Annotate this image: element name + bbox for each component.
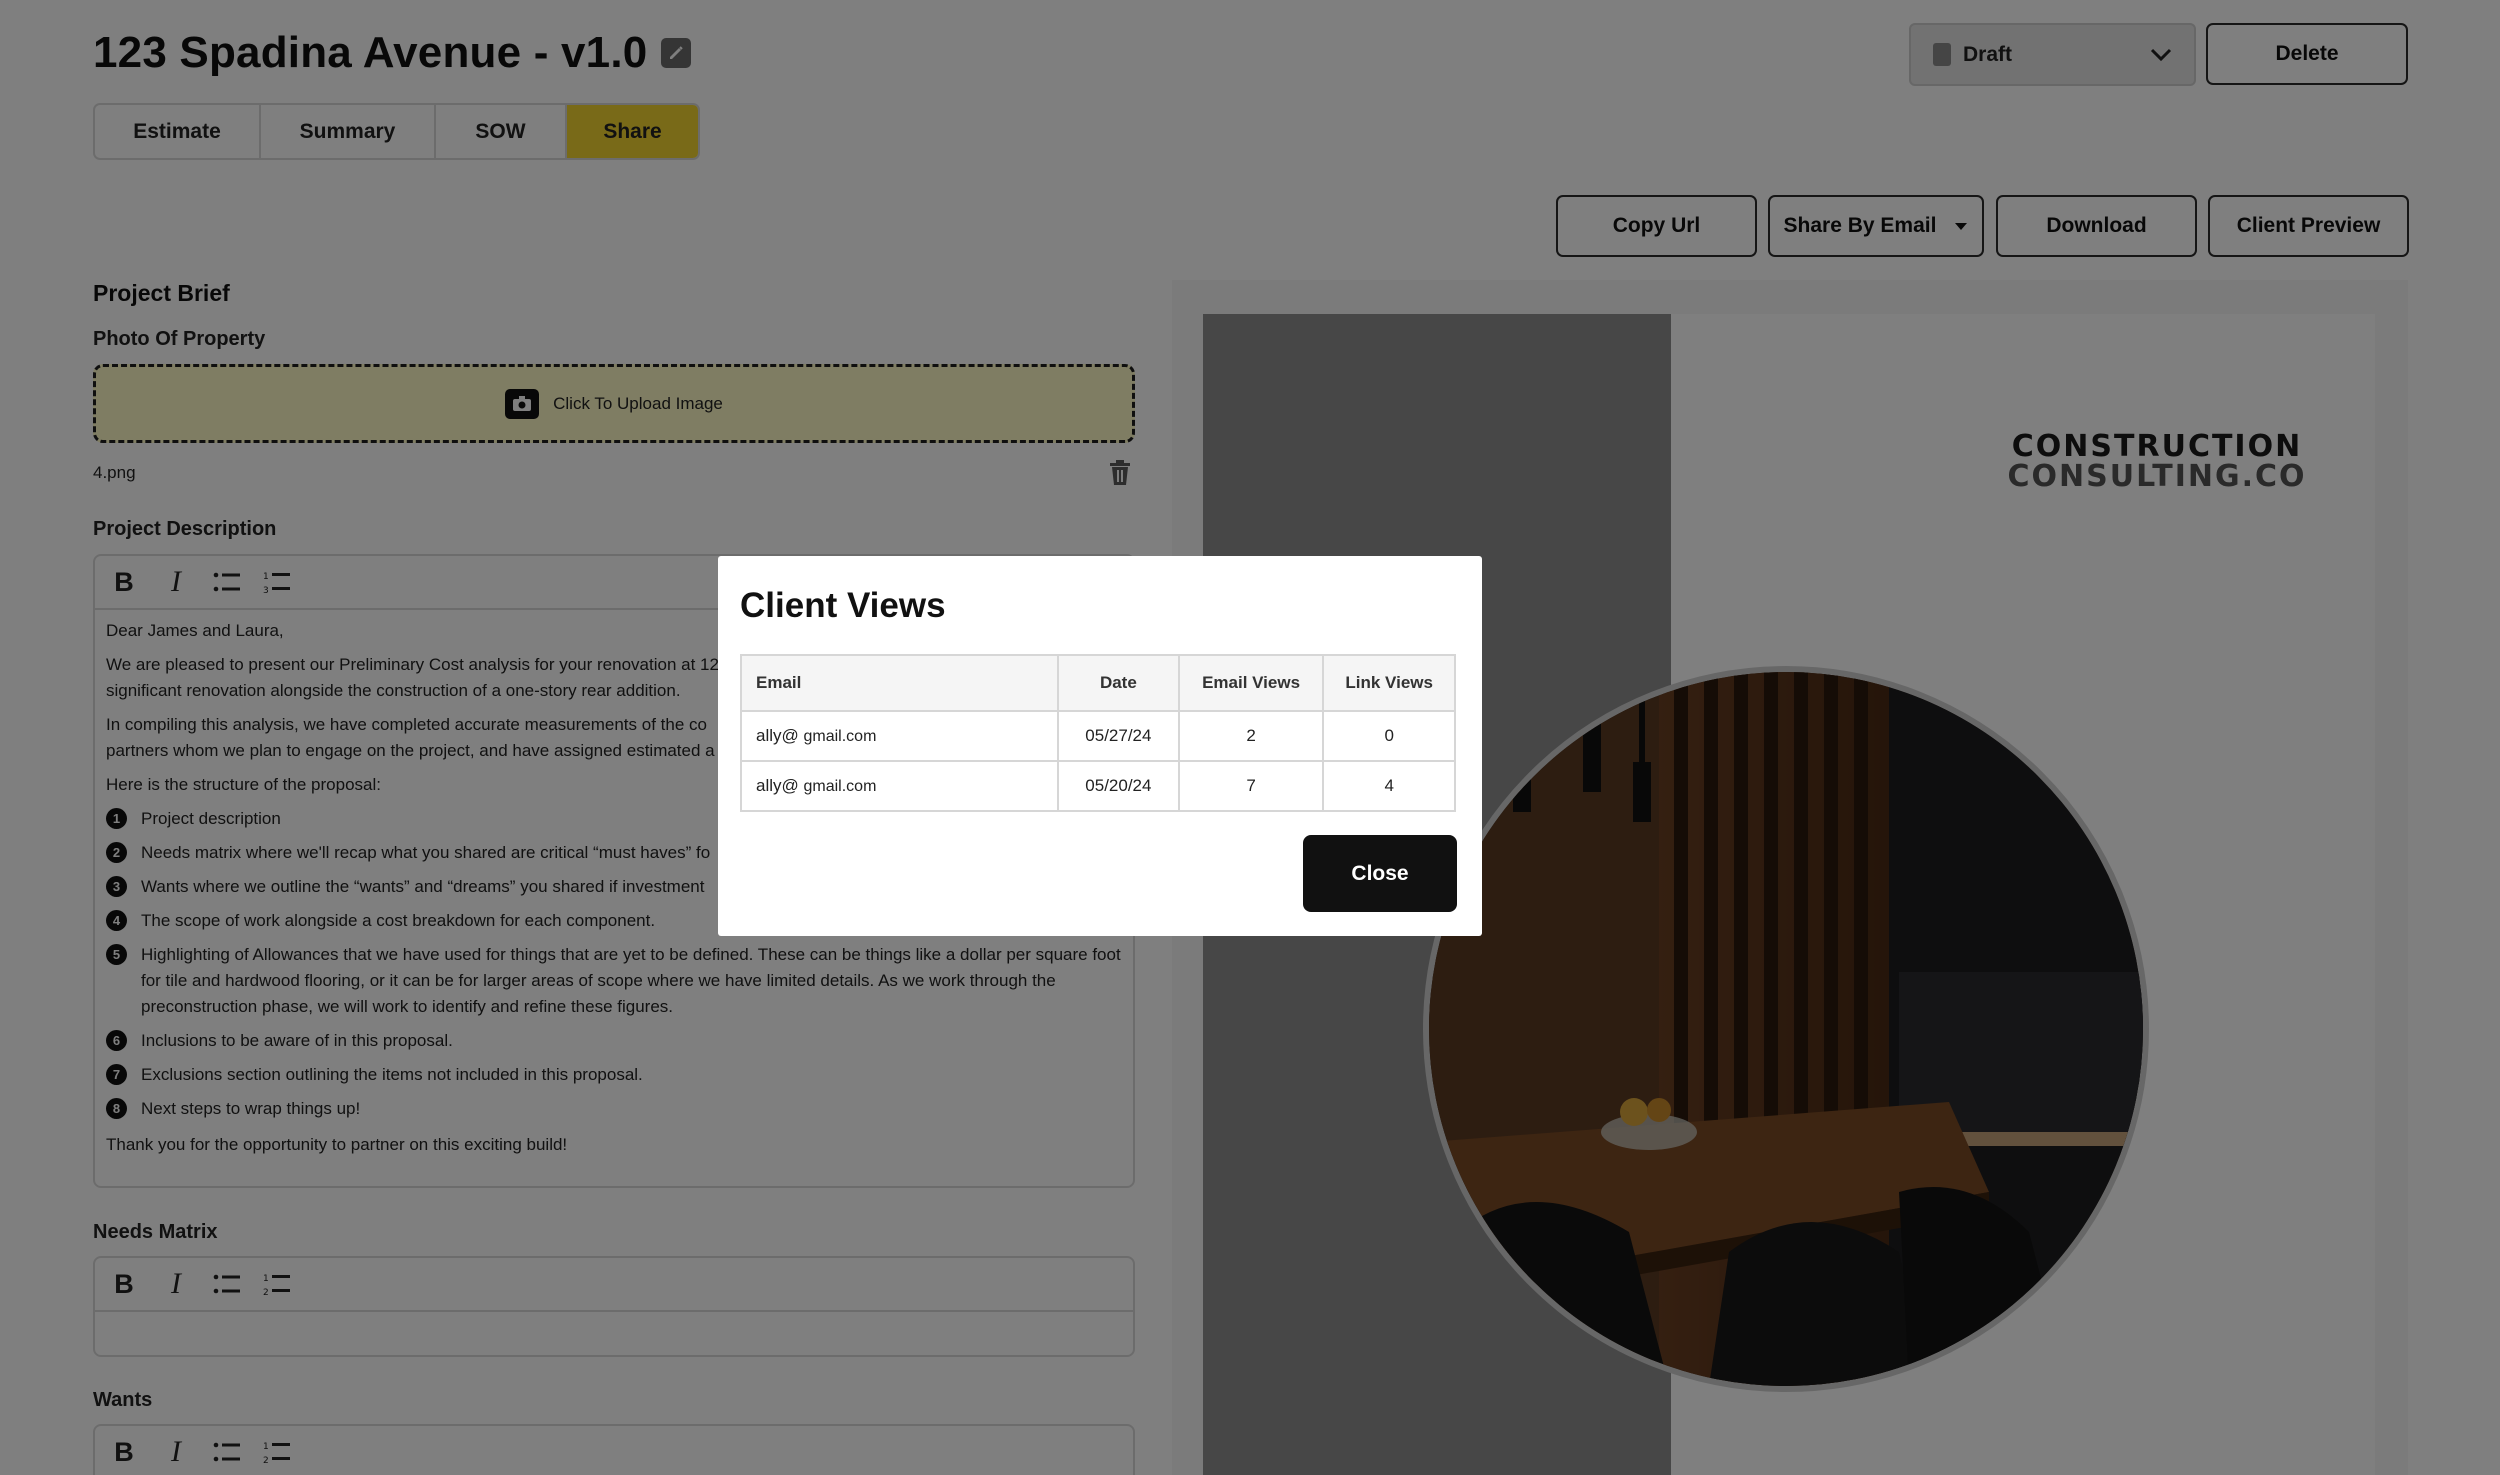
- email-cell: ally@ gmail.com: [740, 760, 1059, 812]
- link-views-cell: 4: [1322, 760, 1456, 812]
- table-row: ally@ gmail.com 05/27/24 2 0: [740, 710, 1456, 762]
- table-row: ally@ gmail.com 05/20/24 7 4: [740, 760, 1456, 812]
- email-views-cell: 7: [1177, 760, 1325, 812]
- share-page: 123 Spadina Avenue - v1.0 Draft Delete E…: [0, 0, 2500, 1475]
- column-header-link-views: Link Views: [1322, 654, 1456, 712]
- email-cell: ally@ gmail.com: [740, 710, 1059, 762]
- client-views-table: Email Date Email Views Link Views ally@ …: [740, 654, 1456, 812]
- date-cell: 05/20/24: [1057, 760, 1180, 812]
- column-header-email: Email: [740, 654, 1059, 712]
- date-cell: 05/27/24: [1057, 710, 1180, 762]
- email-views-cell: 2: [1177, 710, 1325, 762]
- table-header-row: Email Date Email Views Link Views: [740, 654, 1456, 712]
- close-button[interactable]: Close: [1303, 835, 1457, 912]
- column-header-date: Date: [1057, 654, 1180, 712]
- link-views-cell: 0: [1322, 710, 1456, 762]
- column-header-email-views: Email Views: [1177, 654, 1325, 712]
- modal-title: Client Views: [740, 586, 946, 625]
- client-views-modal: Client Views Email Date Email Views Link…: [718, 556, 1482, 936]
